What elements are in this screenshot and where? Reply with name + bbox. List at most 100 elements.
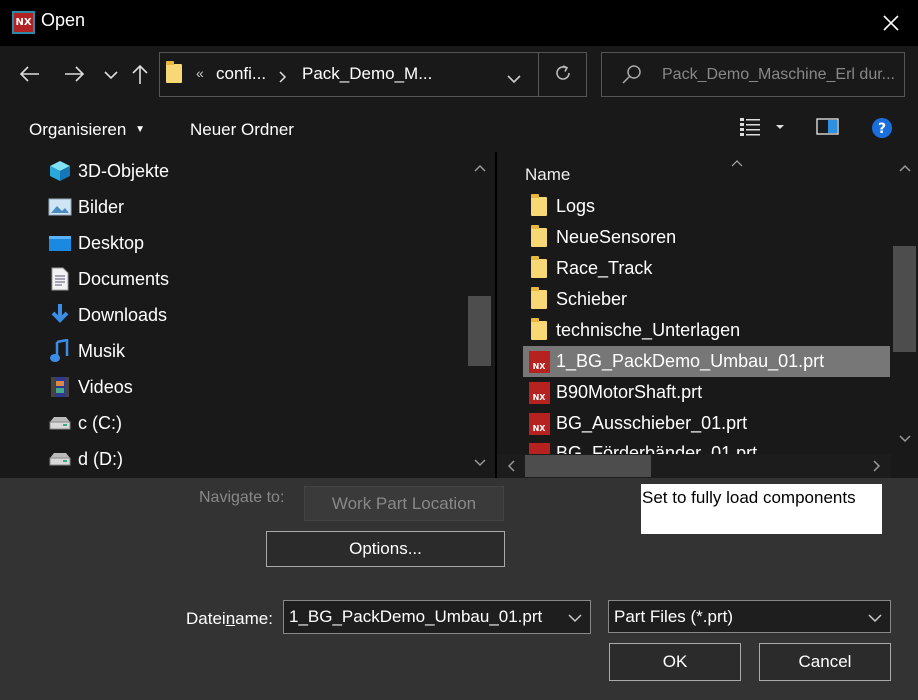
breadcrumb-overflow[interactable]: « xyxy=(196,65,204,81)
help-button[interactable]: ? xyxy=(871,117,893,143)
drive-icon xyxy=(48,448,72,470)
file-name: Schieber xyxy=(556,289,628,309)
breadcrumb-item[interactable]: Pack_Demo_M... xyxy=(302,64,432,84)
view-options-button[interactable] xyxy=(740,117,790,141)
nav-item[interactable]: Musik xyxy=(48,333,125,369)
filename-label: Dateiname: xyxy=(186,609,273,628)
help-icon: ? xyxy=(872,118,892,138)
title-bar xyxy=(0,0,918,46)
file-name: B90MotorShaft.prt xyxy=(556,382,703,402)
arrow-left-icon xyxy=(19,66,39,82)
chevron-down-icon xyxy=(507,75,521,84)
refresh-button[interactable] xyxy=(553,63,573,87)
work-part-location-button[interactable]: Work Part Location xyxy=(304,486,504,521)
nav-item[interactable]: 3D-Objekte xyxy=(48,153,169,189)
file-hscrollbar-thumb[interactable] xyxy=(525,455,651,477)
breadcrumb-item[interactable]: confi... xyxy=(216,64,266,84)
scroll-left-icon[interactable] xyxy=(503,458,519,474)
folder-row[interactable]: Schieber xyxy=(523,284,890,315)
folder-icon xyxy=(528,194,550,218)
back-button[interactable] xyxy=(16,61,42,87)
ok-button[interactable]: OK xyxy=(609,643,741,681)
3d-objects-icon xyxy=(48,160,72,182)
nav-item[interactable]: c (C:) xyxy=(48,405,122,441)
nav-item-label: d (D:) xyxy=(78,448,123,469)
preview-pane-button[interactable] xyxy=(816,118,840,140)
scroll-up-icon[interactable] xyxy=(895,160,915,176)
documents-icon xyxy=(48,267,72,291)
file-row[interactable]: NX 1_BG_PackDemo_Umbau_01.prt xyxy=(523,346,890,377)
search-placeholder: Pack_Demo_Maschine_Erl dur... xyxy=(662,66,895,83)
folder-row[interactable]: Logs xyxy=(523,191,890,222)
chevron-right-icon[interactable] xyxy=(279,68,287,87)
organize-label: Organisieren xyxy=(29,120,127,139)
file-row[interactable]: NX BG_Förderbänder_01.prt xyxy=(523,439,890,454)
address-dropdown-button[interactable] xyxy=(507,69,521,88)
scroll-up-icon[interactable] xyxy=(470,160,490,176)
nav-item[interactable]: d (D:) xyxy=(48,441,123,477)
nav-item-label: Downloads xyxy=(78,304,168,325)
sort-ascending-icon xyxy=(731,152,743,171)
file-row[interactable]: NX B90MotorShaft.prt xyxy=(523,377,890,408)
file-name: BG_Ausschieber_01.prt xyxy=(556,413,748,433)
nav-item[interactable]: Desktop xyxy=(48,225,144,261)
nx-part-file-icon: NX xyxy=(528,443,550,454)
file-name: NeueSensoren xyxy=(556,227,677,247)
nav-item-label: Bilder xyxy=(78,196,125,217)
folder-icon xyxy=(166,61,182,83)
column-header-name[interactable]: Name xyxy=(525,165,570,185)
desktop-icon xyxy=(48,232,72,254)
chevron-down-icon xyxy=(104,71,118,80)
folder-icon xyxy=(528,225,550,249)
refresh-icon xyxy=(556,65,570,80)
nav-item[interactable]: Downloads xyxy=(48,297,167,333)
svg-text:?: ? xyxy=(878,121,886,137)
nav-item[interactable]: Documents xyxy=(48,261,169,297)
scroll-right-icon[interactable] xyxy=(869,458,885,474)
folder-row[interactable]: Race_Track xyxy=(523,253,890,284)
close-button[interactable] xyxy=(873,6,909,40)
cancel-button[interactable]: Cancel xyxy=(759,643,891,681)
nx-part-file-icon: NX xyxy=(528,412,550,435)
close-icon xyxy=(883,15,899,31)
scroll-down-icon[interactable] xyxy=(470,455,490,471)
nav-item-label: c (C:) xyxy=(78,412,122,433)
folder-row[interactable]: technische_Unterlagen xyxy=(523,315,890,346)
nav-scrollbar-thumb[interactable] xyxy=(468,296,491,366)
chevron-down-icon xyxy=(868,614,882,623)
folder-icon xyxy=(528,287,550,311)
pictures-icon xyxy=(48,196,72,218)
filter-value: Part Files (*.prt) xyxy=(614,606,734,626)
details-view-icon xyxy=(740,118,784,136)
nav-item[interactable]: Videos xyxy=(48,369,133,405)
filename-combobox[interactable]: 1_BG_PackDemo_Umbau_01.prt xyxy=(283,600,591,634)
scroll-down-icon[interactable] xyxy=(895,431,915,447)
folder-icon xyxy=(528,256,550,280)
folder-row[interactable]: NeueSensoren xyxy=(523,222,890,253)
new-folder-button[interactable]: Neuer Ordner xyxy=(190,120,294,140)
up-button[interactable] xyxy=(127,61,153,87)
forward-button[interactable] xyxy=(62,61,88,87)
filename-value: 1_BG_PackDemo_Umbau_01.prt xyxy=(289,607,543,626)
file-name: Race_Track xyxy=(556,258,653,278)
navigate-to-label: Navigate to: xyxy=(199,489,285,506)
nav-item-label: Videos xyxy=(78,376,133,397)
music-icon xyxy=(48,339,72,362)
nav-item-label: 3D-Objekte xyxy=(78,160,170,181)
tooltip: Set to fully load components xyxy=(641,484,882,534)
file-name: technische_Unterlagen xyxy=(556,320,741,340)
nav-item[interactable]: Bilder xyxy=(48,189,124,225)
chevron-down-icon xyxy=(568,614,582,623)
address-divider xyxy=(538,52,539,97)
organize-button[interactable]: Organisieren ▼ xyxy=(29,120,145,140)
preview-pane-icon xyxy=(816,118,839,135)
file-type-filter[interactable]: Part Files (*.prt) xyxy=(608,600,891,633)
options-button[interactable]: Options... xyxy=(266,531,505,567)
nav-item-label: Musik xyxy=(78,340,126,361)
downloads-icon xyxy=(48,304,72,326)
recent-locations-button[interactable] xyxy=(98,62,124,88)
file-row[interactable]: NX BG_Ausschieber_01.prt xyxy=(523,408,890,439)
file-name: BG_Förderbänder_01.prt xyxy=(556,443,758,454)
file-scrollbar-thumb[interactable] xyxy=(893,246,916,352)
file-name: 1_BG_PackDemo_Umbau_01.prt xyxy=(556,351,825,371)
